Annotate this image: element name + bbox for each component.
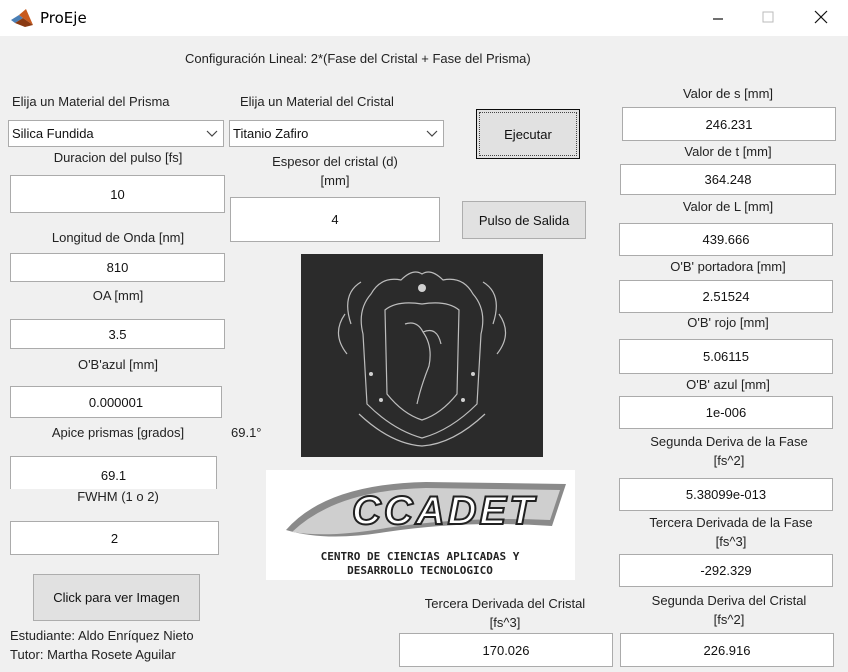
duration-label: Duracion del pulso [fs] [53,150,183,165]
config-title: Configuración Lineal: 2*(Fase del Crista… [185,51,531,66]
red-output: 5.06115 [619,339,833,374]
maximize-icon [762,11,774,23]
carrier-output: 2.51524 [619,280,833,313]
minimize-icon [713,18,723,20]
wavelength-input[interactable]: 810 [10,253,225,282]
main-panel: Configuración Lineal: 2*(Fase del Crista… [0,36,848,672]
title-bar: ProEje [0,0,848,36]
oa-input[interactable]: 3.5 [10,319,225,349]
logo-subtitle-2: DESARROLLO TECNOLOGICO [347,564,493,577]
s-label: Valor de s [mm] [682,86,774,101]
minimize-button[interactable] [695,2,741,32]
apex-label: Apice prismas [grados] [51,425,185,440]
obazul-input[interactable]: 0.000001 [10,386,222,418]
fwhm-input[interactable]: 2 [10,521,219,555]
prism-material-label: Elija un Material del Prisma [12,94,170,109]
t-output: 364.248 [620,164,836,195]
thickness-input[interactable]: 4 [230,197,440,242]
third-crystal-unit: [fs^3] [489,615,521,630]
view-image-button[interactable]: Click para ver Imagen [33,574,200,621]
wavelength-label: Longitud de Onda [nm] [51,230,185,245]
crystal-material-dropdown[interactable]: Titanio Zafiro [229,120,444,147]
execute-button-label: Ejecutar [504,126,552,142]
third-phase-label: Tercera Derivada de la Fase [649,515,813,530]
second-phase-unit: [fs^2] [713,453,745,468]
logo-subtitle-1: CENTRO DE CIENCIAS APLICADAS Y [321,550,520,563]
window-title: ProEje [40,9,87,27]
t-label: Valor de t [mm] [684,144,772,159]
student-text: Estudiante: Aldo Enríquez Nieto [10,628,194,643]
apex-value: 69.1 [100,467,127,483]
logo-wordmark: CCADET [352,489,537,533]
chevron-down-icon [206,130,218,137]
third-crystal-output: 170.026 [399,633,613,667]
duration-input[interactable]: 10 [10,175,225,213]
second-crystal-output: 226.916 [620,633,834,667]
execute-button[interactable]: Ejecutar [476,109,580,159]
oa-label: OA [mm] [92,288,144,303]
l-label: Valor de L [mm] [682,199,774,214]
third-phase-output: -292.329 [619,554,833,587]
unam-seal-image [301,254,543,457]
s-output: 246.231 [622,107,836,141]
third-crystal-label: Tercera Derivada del Cristal [424,596,586,611]
second-crystal-unit: [fs^2] [713,612,745,627]
thickness-unit-label: [mm] [320,173,350,188]
chevron-down-icon [426,130,438,137]
close-icon [814,10,828,24]
ccadet-logo: CCADET CENTRO DE CIENCIAS APLICADAS Y DE… [266,470,575,580]
thickness-label: Espesor del cristal (d) [272,154,398,169]
blue-label: O'B' azul [mm] [686,377,770,392]
matlab-icon [11,9,33,27]
second-phase-label: Segunda Deriva de la Fase [650,434,808,449]
crystal-material-label: Elija un Material del Cristal [240,94,394,109]
second-phase-output: 5.38099e-013 [619,478,833,511]
obazul-label: O'B'azul [mm] [77,357,159,372]
apex-display: 69.1° [231,425,262,440]
red-label: O'B' rojo [mm] [687,315,769,330]
carrier-label: O'B' portadora [mm] [670,259,786,274]
second-crystal-label: Segunda Deriva del Cristal [651,593,807,608]
prism-material-dropdown[interactable]: Silica Fundida [8,120,224,147]
crystal-material-value: Titanio Zafiro [233,126,309,141]
l-output: 439.666 [619,223,833,256]
output-pulse-button[interactable]: Pulso de Salida [462,201,586,239]
close-button[interactable] [798,2,844,32]
prism-material-value: Silica Fundida [12,126,94,141]
unam-seal-icon [337,271,507,447]
fwhm-label: FWHM (1 o 2) [10,489,226,505]
ccadet-logo-graphic: CCADET CENTRO DE CIENCIAS APLICADAS Y DE… [286,482,566,577]
third-phase-unit: [fs^3] [715,534,747,549]
maximize-button[interactable] [745,2,791,32]
blue-output: 1e-006 [619,396,833,429]
tutor-text: Tutor: Martha Rosete Aguilar [10,647,176,662]
